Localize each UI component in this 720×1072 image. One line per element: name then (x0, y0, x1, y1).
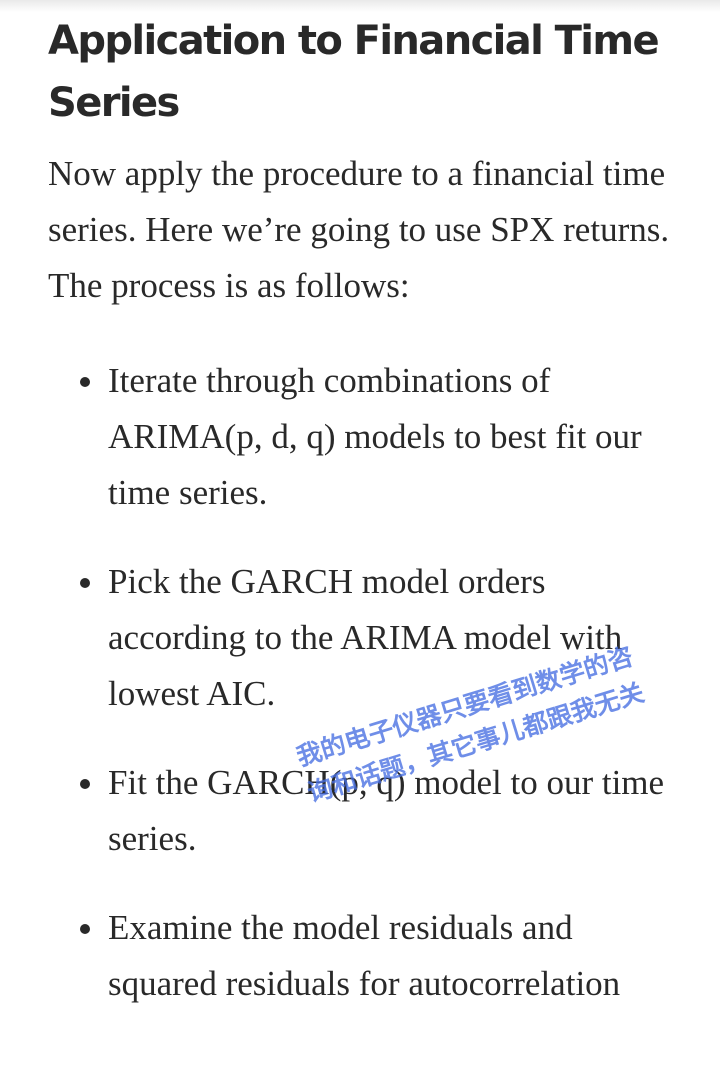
section-heading: Application to Financial Time Series (48, 18, 660, 126)
article-page: Application to Financial Time Series Now… (0, 0, 720, 1072)
bullet-icon (80, 377, 90, 387)
list-item: Examine the model residuals and squared … (0, 900, 668, 1012)
bullet-icon (80, 779, 90, 789)
list-item-text: Examine the model residuals and squared … (108, 908, 621, 1003)
list-item: Pick the GARCH model orders according to… (0, 554, 668, 722)
list-item: Fit the GARCH(p, q) model to our time se… (0, 755, 668, 867)
process-list: Iterate through combinations of ARIMA(p,… (0, 353, 720, 1045)
list-item: Iterate through combinations of ARIMA(p,… (0, 353, 668, 521)
intro-paragraph: Now apply the procedure to a financial t… (48, 154, 670, 305)
list-item-text: Iterate through combinations of ARIMA(p,… (108, 361, 642, 512)
list-item-text: Pick the GARCH model orders according to… (108, 562, 623, 713)
bullet-icon (80, 578, 90, 588)
list-item-text: Fit the GARCH(p, q) model to our time se… (108, 763, 665, 858)
bullet-icon (80, 924, 90, 934)
